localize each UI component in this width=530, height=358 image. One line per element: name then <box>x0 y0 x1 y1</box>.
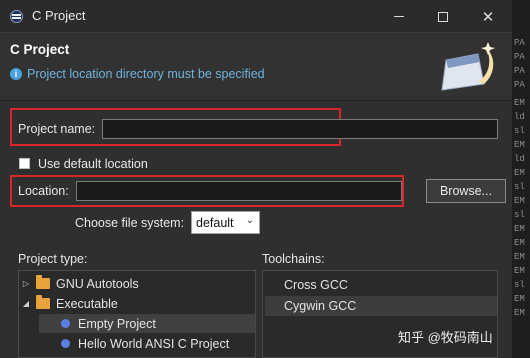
page-title: C Project <box>10 42 70 57</box>
close-icon: ✕ <box>481 8 495 26</box>
project-name-label: Project name: <box>18 122 96 136</box>
location-label: Location: <box>18 184 69 198</box>
status-message: i Project location directory must be spe… <box>10 67 265 81</box>
folder-icon <box>36 275 50 289</box>
tree-item-executable[interactable]: ◢ Executable <box>21 294 253 313</box>
edge-text-line: sl <box>514 210 525 220</box>
minimize-button[interactable] <box>377 0 421 33</box>
status-message-text: Project location directory must be speci… <box>27 67 265 81</box>
edge-text-line: EM <box>514 294 525 304</box>
edge-text-line: EM <box>514 140 525 150</box>
edge-text-line: PA <box>514 38 525 48</box>
edge-text-line: PA <box>514 52 525 62</box>
edge-text-line: EM <box>514 98 525 108</box>
toolchain-label: Cygwin GCC <box>284 299 357 313</box>
project-type-label: Project type: <box>18 252 88 266</box>
edge-text-line: ld <box>514 112 525 122</box>
file-system-selected-value: default <box>196 215 234 230</box>
file-system-label: Choose file system: <box>75 216 185 230</box>
use-default-location-label: Use default location <box>38 157 148 171</box>
wizard-header: C Project i Project location directory m… <box>0 34 512 100</box>
edge-text-line: sl <box>514 182 525 192</box>
new-project-wizard-banner-icon <box>441 42 495 91</box>
window-titlebar[interactable]: C Project ✕ <box>0 0 512 33</box>
browse-button[interactable]: Browse... <box>426 179 506 203</box>
maximize-icon <box>438 11 448 22</box>
tree-item-label: Hello World ANSI C Project <box>78 336 230 351</box>
project-template-icon <box>61 339 70 348</box>
file-system-select[interactable]: default ⌄ <box>191 211 260 234</box>
project-template-icon <box>61 319 70 328</box>
edge-text-line: PA <box>514 80 525 90</box>
toolchains-label: Toolchains: <box>262 252 325 266</box>
folder-open-icon <box>36 295 50 309</box>
edge-text-line: PA <box>514 66 525 76</box>
chevron-right-icon[interactable]: ▷ <box>21 279 31 288</box>
eclipse-app-icon <box>10 10 23 23</box>
chevron-down-icon[interactable]: ◢ <box>21 299 31 308</box>
maximize-button[interactable] <box>421 0 465 33</box>
chevron-down-icon: ⌄ <box>245 215 254 226</box>
edge-text-line: ld <box>514 154 525 164</box>
use-default-location-checkbox[interactable] <box>19 158 30 169</box>
edge-text-line: EM <box>514 252 525 262</box>
edge-text-line: EM <box>514 196 525 206</box>
project-name-input[interactable] <box>102 119 498 139</box>
info-icon: i <box>10 68 22 80</box>
toolchain-item-cygwin-gcc[interactable]: Cygwin GCC <box>265 296 497 316</box>
close-button[interactable]: ✕ <box>466 0 510 33</box>
toolchain-item-cross-gcc[interactable]: Cross GCC <box>265 275 497 295</box>
tree-item-gnu-autotools[interactable]: ▷ GNU Autotools <box>21 274 253 293</box>
edge-text-line: EM <box>514 308 525 318</box>
tree-item-label: Empty Project <box>78 316 156 331</box>
toolchain-label: Cross GCC <box>284 278 348 292</box>
edge-text-line: EM <box>514 224 525 234</box>
edge-text-line: EM <box>514 238 525 248</box>
tree-item-hello-world-ansi-c[interactable]: Hello World ANSI C Project <box>39 334 255 353</box>
edge-text-line: EM <box>514 266 525 276</box>
edge-text-line: sl <box>514 126 525 136</box>
header-divider <box>0 100 512 101</box>
location-input[interactable] <box>76 181 402 201</box>
project-type-tree[interactable]: ▷ GNU Autotools ◢ Executable Empty Proje… <box>18 270 256 358</box>
minimize-icon <box>394 16 404 17</box>
window-title: C Project <box>32 8 86 23</box>
tree-item-empty-project[interactable]: Empty Project <box>39 314 255 333</box>
watermark: 知乎 @牧码南山 <box>398 330 493 345</box>
tree-item-label: GNU Autotools <box>56 276 139 291</box>
edge-text-line: sl <box>514 280 525 290</box>
background-window-edge: PA PA PA PA EM ld sl EM ld EM sl EM sl E… <box>512 0 530 358</box>
edge-text-line: EM <box>514 168 525 178</box>
tree-item-label: Executable <box>56 296 118 311</box>
